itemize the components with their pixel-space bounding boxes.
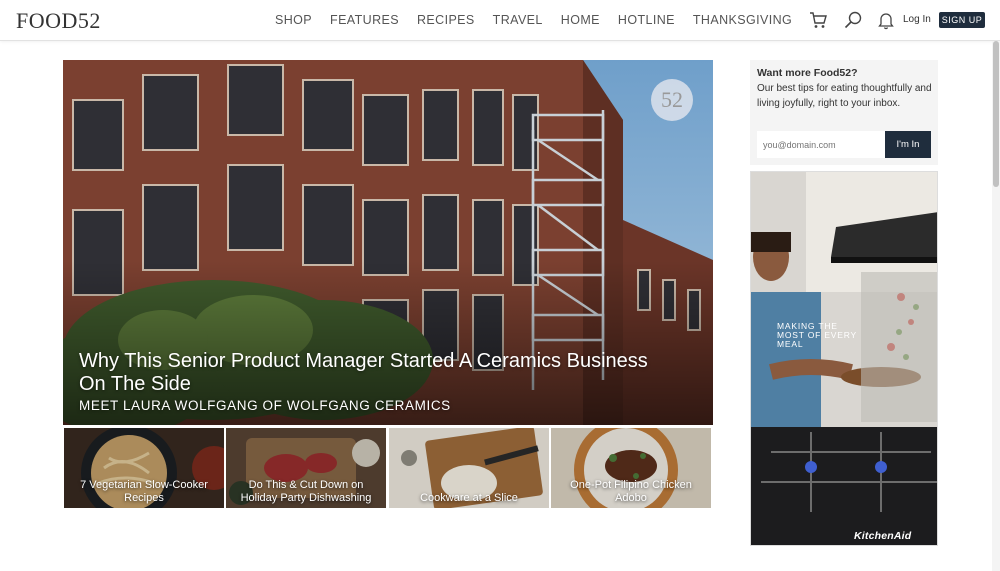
story-card[interactable]: 7 Vegetarian Slow-Cooker Recipes: [64, 428, 224, 508]
newsletter-signup: Want more Food52? Our best tips for eati…: [750, 60, 938, 165]
hero-feature[interactable]: 52 Why This Senior Product Manager Start…: [63, 60, 713, 425]
site-logo[interactable]: FOOD52: [16, 8, 101, 34]
story-card[interactable]: One-Pot Filipino Chicken Adobo: [551, 428, 711, 508]
nav-shop[interactable]: SHOP: [275, 13, 312, 27]
story-cards: 7 Vegetarian Slow-Cooker Recipes Do This…: [64, 428, 714, 508]
nav-home[interactable]: HOME: [561, 13, 600, 27]
card-caption[interactable]: 7 Vegetarian Slow-Cooker Recipes: [68, 479, 220, 505]
ad-image: [751, 172, 937, 545]
search-icon[interactable]: [843, 10, 863, 30]
advertisement[interactable]: MAKING THE MOST OF EVERY MEAL KitchenAid: [750, 171, 938, 546]
nav-recipes[interactable]: RECIPES: [417, 13, 475, 27]
hero-subtitle[interactable]: MEET LAURA WOLFGANG OF WOLFGANG CERAMICS: [79, 398, 451, 413]
card-caption[interactable]: Do This & Cut Down on Holiday Party Dish…: [230, 479, 382, 505]
newsletter-text: Our best tips for eating thoughtfully an…: [757, 83, 932, 109]
nav-travel[interactable]: TRAVEL: [493, 13, 543, 27]
ad-brand-logo: KitchenAid: [854, 530, 912, 542]
email-field[interactable]: [757, 131, 885, 158]
nav-hotline[interactable]: HOTLINE: [618, 13, 675, 27]
ad-copy: MAKING THE MOST OF EVERY MEAL: [777, 321, 857, 349]
bell-icon[interactable]: [876, 10, 896, 30]
signup-button[interactable]: SIGN UP: [939, 12, 985, 28]
story-card[interactable]: Do This & Cut Down on Holiday Party Dish…: [226, 428, 386, 508]
site-header: FOOD52 SHOP FEATURES RECIPES TRAVEL HOME…: [0, 0, 1000, 41]
hero-title[interactable]: Why This Senior Product Manager Started …: [79, 350, 679, 396]
food52-badge: 52: [651, 79, 693, 121]
nav-features[interactable]: FEATURES: [330, 13, 399, 27]
newsletter-heading: Want more Food52?: [757, 67, 858, 79]
card-caption[interactable]: One-Pot Filipino Chicken Adobo: [555, 479, 707, 505]
main-nav: SHOP FEATURES RECIPES TRAVEL HOME HOTLIN…: [275, 13, 810, 27]
scrollbar-thumb[interactable]: [993, 41, 999, 187]
cart-icon[interactable]: [808, 10, 828, 30]
login-link[interactable]: Log In: [903, 14, 931, 25]
subscribe-button[interactable]: I'm In: [885, 131, 931, 158]
story-card[interactable]: Cookware at a Slice: [389, 428, 549, 508]
card-caption[interactable]: Cookware at a Slice: [393, 492, 545, 505]
page-scrollbar[interactable]: [992, 41, 1000, 571]
nav-thanksgiving[interactable]: THANKSGIVING: [693, 13, 792, 27]
